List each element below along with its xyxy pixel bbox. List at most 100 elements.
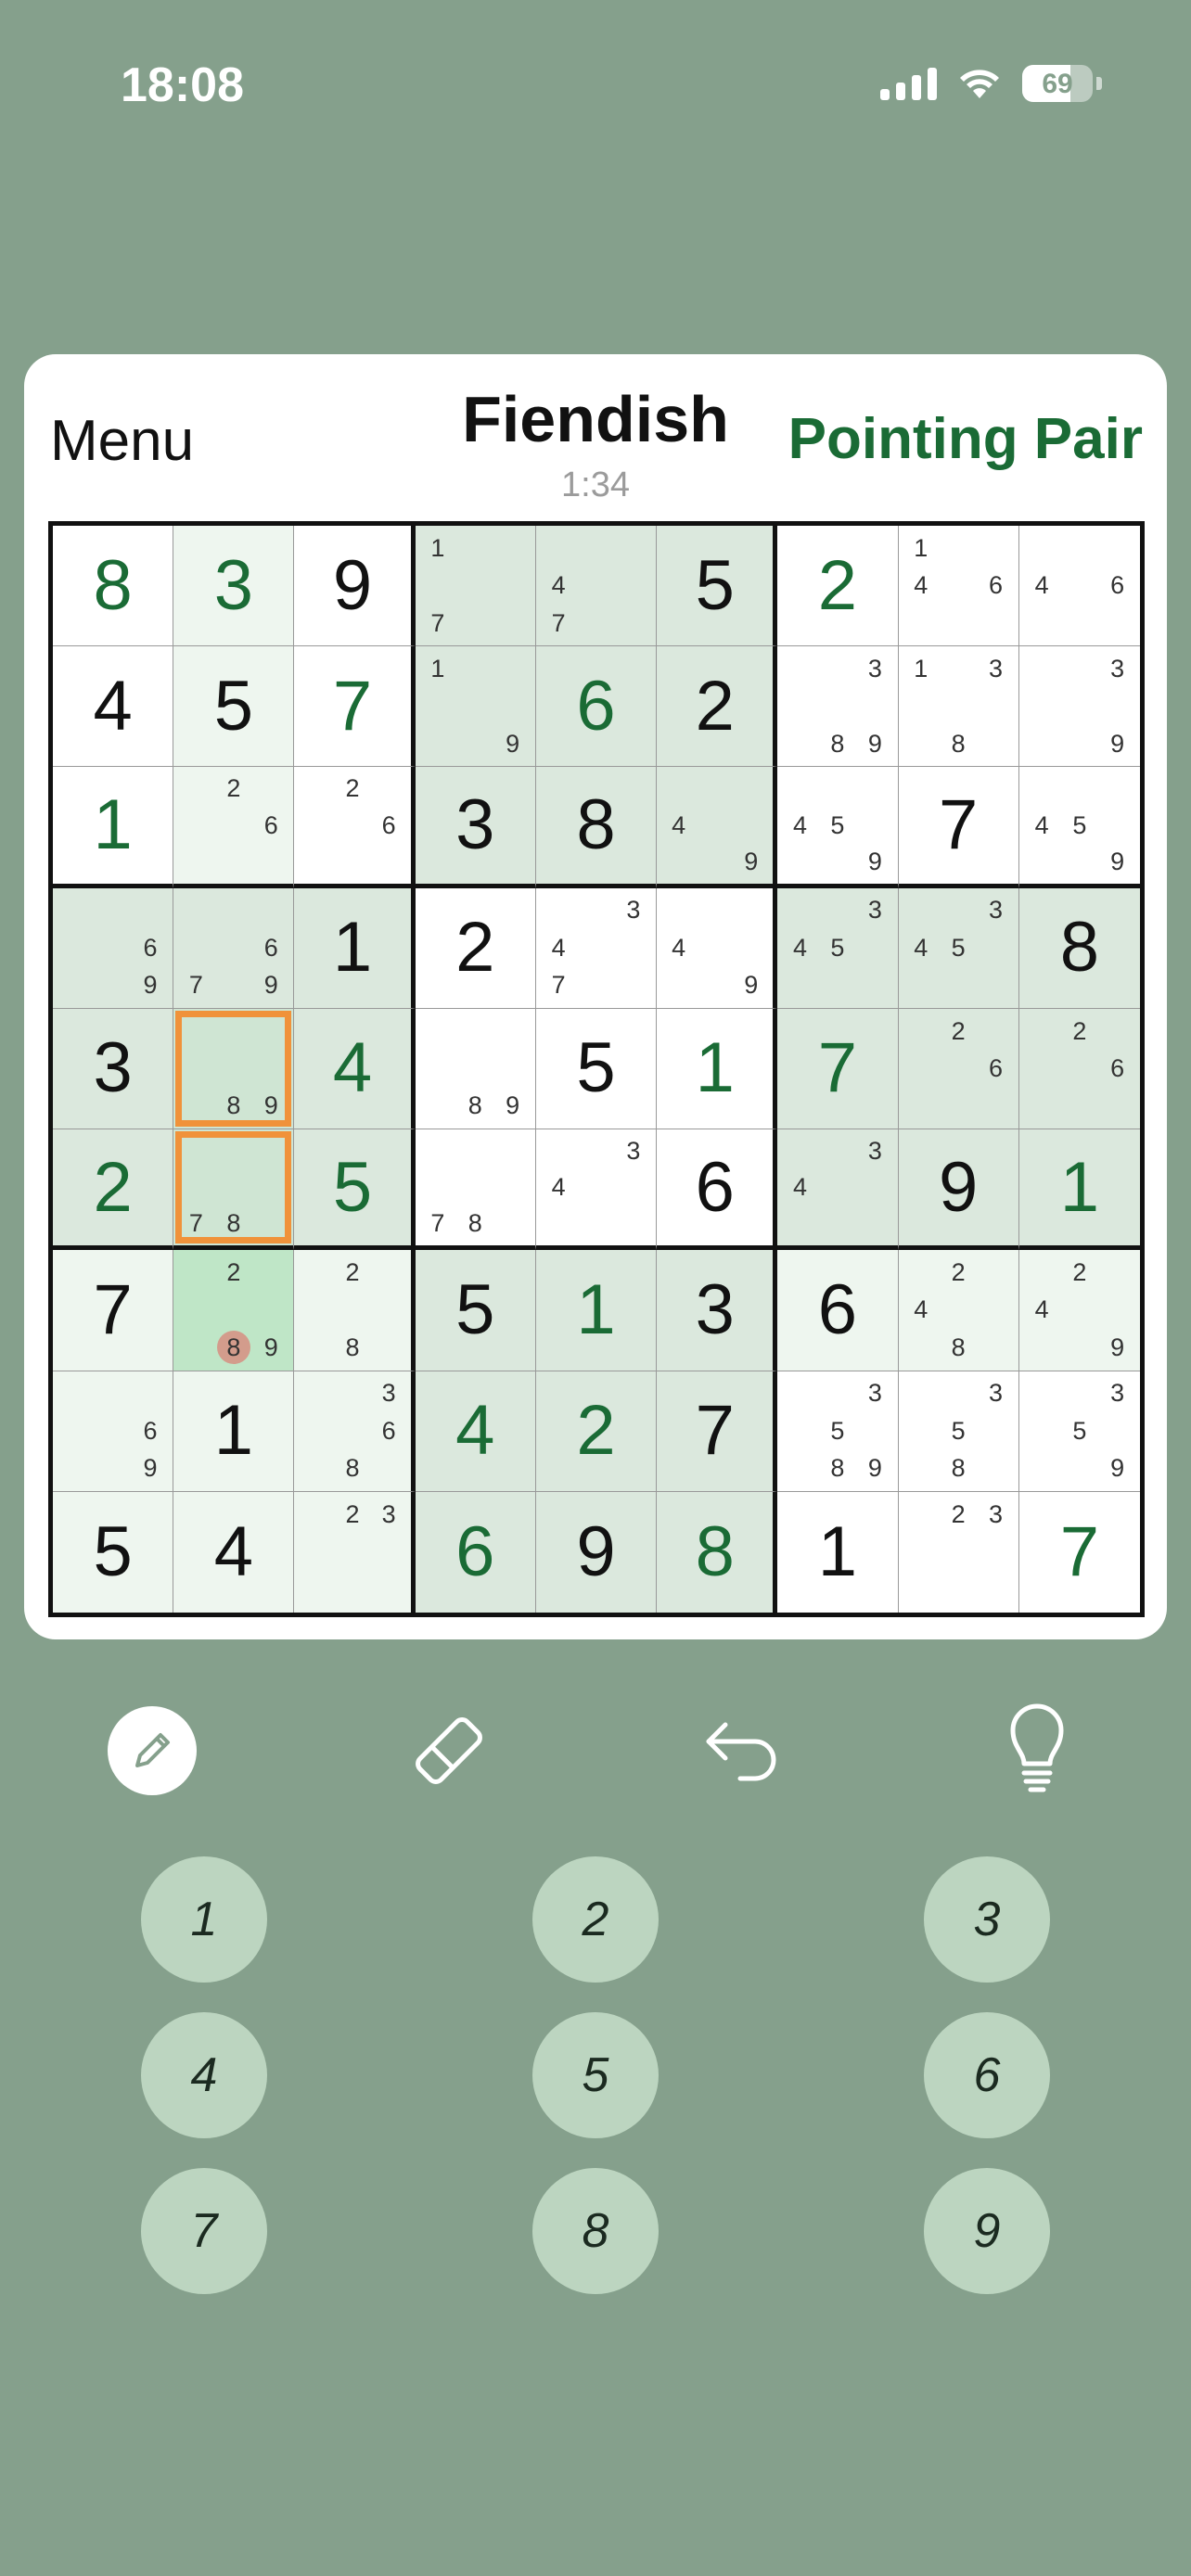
number-key-1[interactable]: 1	[141, 1856, 267, 1983]
sudoku-cell[interactable]: 6	[415, 1491, 536, 1613]
sudoku-cell[interactable]: 248	[898, 1250, 1019, 1371]
sudoku-cell[interactable]: 7	[294, 646, 416, 768]
number-key-8[interactable]: 8	[532, 2168, 659, 2294]
sudoku-cell[interactable]: 6	[777, 1250, 899, 1371]
pencil-button[interactable]	[96, 1695, 208, 1806]
sudoku-cell[interactable]: 47	[535, 526, 658, 647]
sudoku-cell[interactable]: 78	[415, 1129, 536, 1251]
sudoku-cell[interactable]: 1	[777, 1491, 899, 1613]
sudoku-cell[interactable]: 5	[415, 1250, 536, 1371]
sudoku-cell[interactable]: 69	[53, 1371, 174, 1492]
hint-button[interactable]	[981, 1695, 1093, 1806]
sudoku-cell[interactable]: 23	[898, 1491, 1019, 1613]
sudoku-cell[interactable]: 8	[657, 1491, 778, 1613]
number-key-7[interactable]: 7	[141, 2168, 267, 2294]
sudoku-cell[interactable]: 7	[777, 1008, 899, 1130]
sudoku-cell[interactable]: 7	[53, 1250, 174, 1371]
sudoku-cell[interactable]: 89	[173, 1008, 295, 1130]
sudoku-cell[interactable]: 6	[535, 646, 658, 768]
sudoku-cell[interactable]: 1	[1018, 1129, 1140, 1251]
sudoku-cell[interactable]: 1	[173, 1371, 295, 1492]
sudoku-cell[interactable]: 2	[535, 1371, 658, 1492]
sudoku-cell[interactable]: 4	[415, 1371, 536, 1492]
sudoku-cell[interactable]: 1 4 6	[898, 526, 1019, 647]
sudoku-cell[interactable]: 35 89	[777, 1371, 899, 1492]
sudoku-cell[interactable]: 2 89	[173, 1250, 295, 1371]
sudoku-cell[interactable]: 5	[53, 1491, 174, 1613]
sudoku-cell[interactable]: 49	[657, 767, 778, 888]
sudoku-cell[interactable]: 6	[657, 1129, 778, 1251]
sudoku-cell[interactable]: 2	[415, 887, 536, 1009]
sudoku-cell[interactable]: 3	[173, 526, 295, 647]
undo-button[interactable]	[688, 1695, 800, 1806]
sudoku-cell[interactable]: 19	[415, 646, 536, 768]
number-key-9[interactable]: 9	[924, 2168, 1050, 2294]
sudoku-cell[interactable]: 4	[173, 1491, 295, 1613]
sudoku-cell[interactable]: 24 9	[1018, 1250, 1140, 1371]
sudoku-cell[interactable]: 78	[173, 1129, 295, 1251]
sudoku-cell[interactable]: 3	[657, 1250, 778, 1371]
sudoku-cell[interactable]: 4	[294, 1008, 416, 1130]
sudoku-cell[interactable]: 2	[777, 526, 899, 647]
sudoku-cell[interactable]: 8	[1018, 887, 1140, 1009]
sudoku-cell[interactable]: 7	[898, 767, 1019, 888]
number-key-3[interactable]: 3	[924, 1856, 1050, 1983]
eraser-button[interactable]	[393, 1695, 505, 1806]
sudoku-cell[interactable]: 9	[535, 1491, 658, 1613]
sudoku-cell[interactable]: 1	[294, 887, 416, 1009]
sudoku-cell[interactable]: 26	[173, 767, 295, 888]
sudoku-cell[interactable]: 2	[53, 1129, 174, 1251]
sudoku-cell[interactable]: 459	[1018, 767, 1140, 888]
sudoku-cell[interactable]: 3 45	[777, 887, 899, 1009]
sudoku-cell[interactable]: 26	[898, 1008, 1019, 1130]
sudoku-cell[interactable]: 5	[173, 646, 295, 768]
sudoku-cell[interactable]: 7	[657, 1371, 778, 1492]
sudoku-cell[interactable]: 46	[1018, 526, 1140, 647]
number-key-2[interactable]: 2	[532, 1856, 659, 1983]
sudoku-cell[interactable]: 1	[53, 767, 174, 888]
sudoku-cell[interactable]: 459	[777, 767, 899, 888]
pencil-note	[57, 929, 94, 966]
sudoku-cell[interactable]: 3 89	[777, 646, 899, 768]
sudoku-cell[interactable]: 23	[294, 1491, 416, 1613]
pencil-note: 2	[226, 1258, 241, 1287]
sudoku-cell[interactable]: 35 8	[898, 1371, 1019, 1492]
sudoku-cell[interactable]: 8	[53, 526, 174, 647]
sudoku-cell[interactable]: 69	[53, 887, 174, 1009]
sudoku-cell[interactable]: 3 68	[294, 1371, 416, 1492]
sudoku-cell[interactable]: 49	[657, 887, 778, 1009]
cell-value: 3	[695, 1269, 735, 1349]
sudoku-cell[interactable]: 8	[535, 767, 658, 888]
sudoku-cell[interactable]: 3 4 7	[535, 887, 658, 1009]
sudoku-cell[interactable]: 26	[294, 767, 416, 888]
sudoku-cell[interactable]: 1	[657, 1008, 778, 1130]
sudoku-cell[interactable]: 1	[535, 1250, 658, 1371]
sudoku-cell[interactable]: 2	[657, 646, 778, 768]
sudoku-cell[interactable]: 34	[777, 1129, 899, 1251]
sudoku-cell[interactable]: 7	[1018, 1491, 1140, 1613]
sudoku-cell[interactable]: 3 45	[898, 887, 1019, 1009]
sudoku-cell[interactable]: 3	[53, 1008, 174, 1130]
number-key-6[interactable]: 6	[924, 2012, 1050, 2138]
sudoku-cell[interactable]: 5	[657, 526, 778, 647]
sudoku-cell[interactable]: 9	[898, 1129, 1019, 1251]
sudoku-cell[interactable]: 89	[415, 1008, 536, 1130]
sudoku-cell[interactable]: 5	[294, 1129, 416, 1251]
sudoku-cell[interactable]: 6 7 9	[173, 887, 295, 1009]
sudoku-cell[interactable]: 26	[1018, 1008, 1140, 1130]
sudoku-cell[interactable]: 28	[294, 1250, 416, 1371]
sudoku-cell[interactable]: 359	[1018, 1371, 1140, 1492]
sudoku-cell[interactable]: 34	[535, 1129, 658, 1251]
sudoku-cell[interactable]: 5	[535, 1008, 658, 1130]
sudoku-cell[interactable]: 9	[294, 526, 416, 647]
sudoku-cell[interactable]: 17	[415, 526, 536, 647]
number-key-5[interactable]: 5	[532, 2012, 659, 2138]
sudoku-cell[interactable]: 39	[1018, 646, 1140, 768]
pencil-notes: 23	[298, 1496, 406, 1609]
sudoku-cell[interactable]: 4	[53, 646, 174, 768]
sudoku-cell[interactable]: 1 3 8	[898, 646, 1019, 768]
pencil-note	[456, 1133, 493, 1169]
number-key-4[interactable]: 4	[141, 2012, 267, 2138]
technique-hint-button[interactable]: Pointing Pair	[788, 406, 1143, 472]
sudoku-cell[interactable]: 3	[415, 767, 536, 888]
